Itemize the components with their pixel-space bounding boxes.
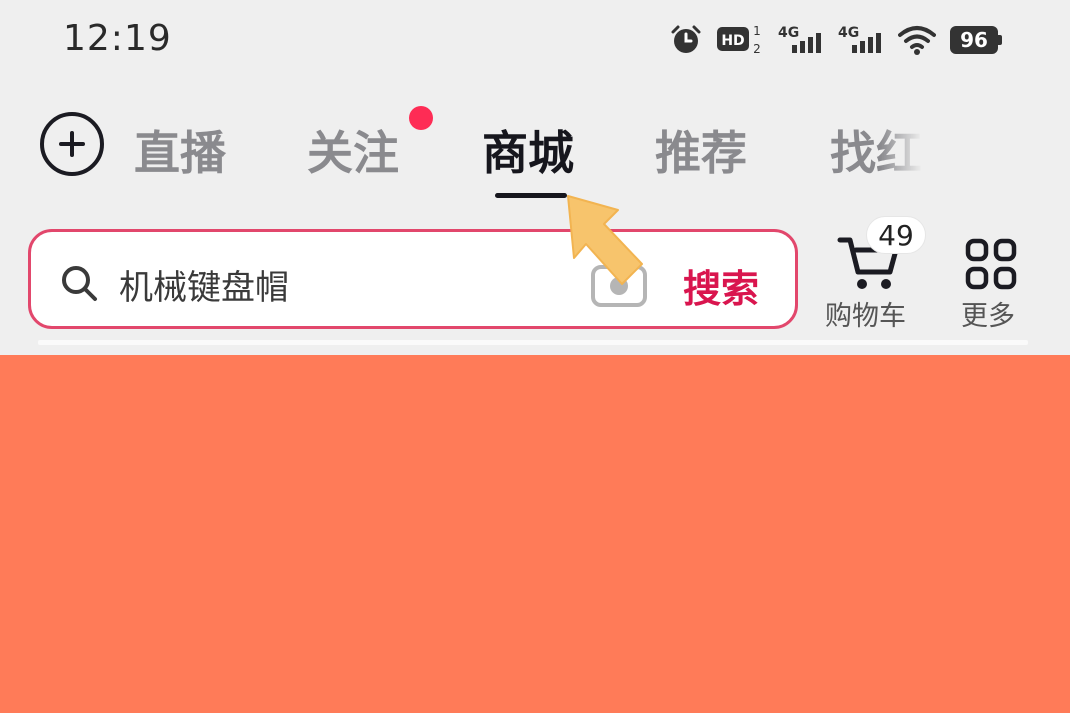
- search-input[interactable]: 机械键盘帽: [119, 260, 289, 309]
- network-label-1: 4G: [778, 25, 799, 41]
- cart-count-badge: 49: [866, 216, 926, 254]
- search-button[interactable]: 搜索: [683, 258, 759, 313]
- status-time: 12:19: [63, 18, 172, 59]
- tab-live[interactable]: 直播: [134, 117, 226, 183]
- cart-button[interactable]: 49 购物车: [822, 216, 926, 332]
- divider: [38, 340, 1028, 345]
- signal-4g-icon: 4G: [778, 25, 821, 53]
- battery-level: 96: [950, 26, 998, 54]
- tab-mall[interactable]: 商城: [482, 117, 574, 183]
- top-tab-bar: 直播 关注 商城 推荐 找红: [0, 95, 1070, 205]
- battery-cap: [998, 35, 1002, 45]
- pointer-arrow-icon: [567, 195, 643, 285]
- tab-find-label: 找红: [830, 126, 922, 180]
- status-icons: HD 1 2 4G 4G 96: [670, 20, 1002, 60]
- hd-icon: HD 1 2: [717, 24, 761, 56]
- tab-follow[interactable]: 关注: [307, 117, 399, 183]
- alarm-icon: [671, 25, 701, 53]
- search-icon: [62, 266, 97, 301]
- notification-dot: [409, 106, 433, 130]
- add-circle-icon[interactable]: [40, 112, 104, 176]
- status-bar: 12:19 HD 1 2 4G 4G 96: [0, 0, 1070, 80]
- tab-find[interactable]: 找红: [830, 117, 922, 183]
- active-tab-indicator: [495, 193, 567, 198]
- hd-label: HD: [721, 33, 744, 49]
- tab-recommend[interactable]: 推荐: [655, 117, 747, 183]
- content-banner[interactable]: [0, 355, 1070, 713]
- network-label-2: 4G: [838, 25, 859, 41]
- wifi-icon: [898, 26, 936, 55]
- signal-4g-icon: 4G: [838, 25, 881, 53]
- search-bar[interactable]: 机械键盘帽 搜索: [28, 229, 798, 329]
- more-button[interactable]: 更多: [955, 232, 1035, 332]
- cart-label: 购物车: [825, 301, 906, 332]
- more-label: 更多: [961, 301, 1015, 332]
- battery-icon: 96: [950, 26, 1002, 54]
- hd-sim-top: 1: [753, 24, 761, 38]
- hd-sim-bottom: 2: [753, 42, 761, 56]
- grid-icon: [965, 238, 1017, 290]
